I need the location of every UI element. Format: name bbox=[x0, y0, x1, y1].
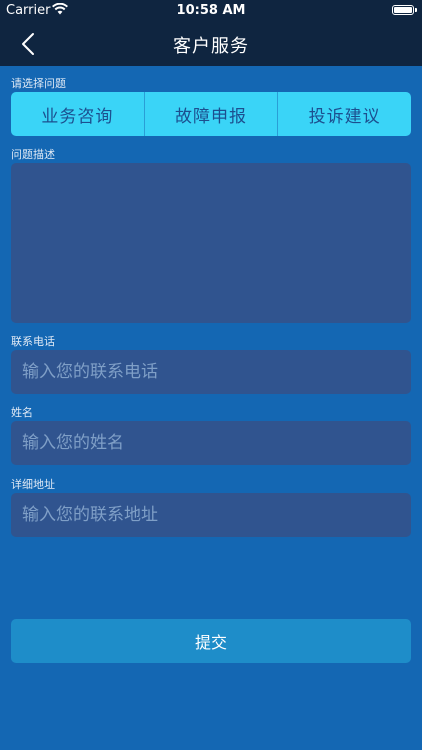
phone-label: 联系电话 bbox=[11, 335, 55, 348]
description-textarea[interactable] bbox=[11, 163, 411, 323]
phone-input[interactable] bbox=[11, 350, 411, 394]
battery-icon bbox=[392, 5, 414, 15]
status-time: 10:58 AM bbox=[176, 3, 246, 18]
option-complaint-suggestion[interactable]: 投诉建议 bbox=[278, 92, 411, 136]
description-label: 问题描述 bbox=[11, 148, 55, 161]
address-label: 详细地址 bbox=[11, 478, 55, 491]
name-label: 姓名 bbox=[11, 406, 33, 419]
problem-type-selector: 业务咨询 故障申报 投诉建议 bbox=[11, 92, 411, 136]
address-input[interactable] bbox=[11, 493, 411, 537]
battery-tip bbox=[415, 8, 417, 12]
problem-label: 请选择问题 bbox=[11, 77, 66, 90]
option-business-inquiry[interactable]: 业务咨询 bbox=[11, 92, 145, 136]
navigation-bar: 客户服务 bbox=[0, 22, 422, 66]
status-bar: Carrier 10:58 AM bbox=[0, 0, 422, 22]
page-title: 客户服务 bbox=[173, 36, 249, 57]
option-fault-report[interactable]: 故障申报 bbox=[145, 92, 279, 136]
name-input[interactable] bbox=[11, 421, 411, 465]
submit-button[interactable]: 提交 bbox=[11, 619, 411, 663]
